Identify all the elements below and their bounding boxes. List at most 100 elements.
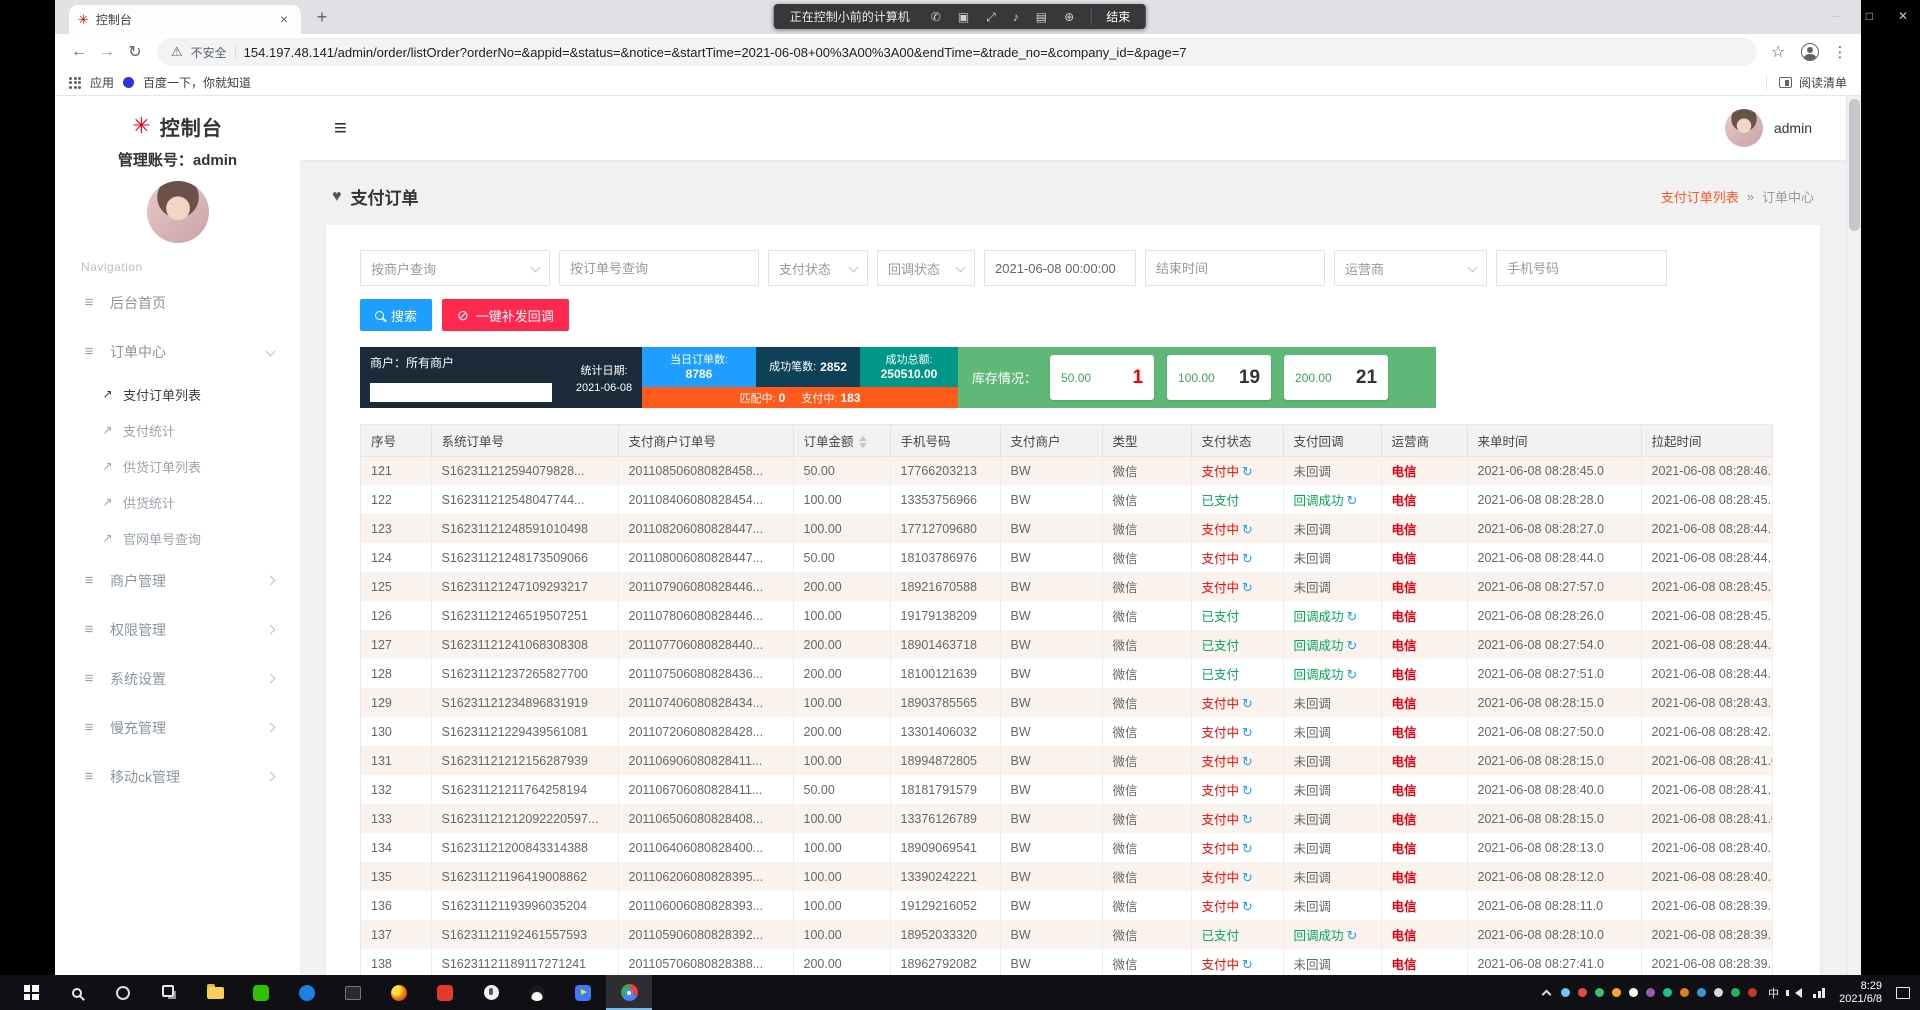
column-header[interactable]: 来单时间: [1467, 425, 1641, 456]
tray-icon[interactable]: [1578, 988, 1587, 997]
sidebar-subitem-支付订单列表[interactable]: ↗ 支付订单列表: [55, 376, 300, 412]
column-header[interactable]: 手机号码: [890, 425, 1000, 456]
table-row[interactable]: 127 S16231121241068308308 20110770608082…: [361, 630, 1772, 659]
column-header[interactable]: 系统订单号: [431, 425, 618, 456]
scale-icon[interactable]: ▣: [958, 11, 969, 23]
refresh-callback-icon[interactable]: ↻: [1347, 493, 1358, 508]
maximize-button[interactable]: □: [1866, 9, 1873, 23]
logo[interactable]: ✳ 控制台: [55, 108, 300, 144]
column-header[interactable]: 运营商: [1381, 425, 1467, 456]
refresh-callback-icon[interactable]: ↻: [1347, 928, 1358, 943]
table-row[interactable]: 132 S16231121211764258194 20110670608082…: [361, 775, 1772, 804]
column-header[interactable]: 订单金额: [793, 425, 890, 456]
column-header[interactable]: 拉起时间: [1641, 425, 1772, 456]
network-icon[interactable]: [1813, 988, 1825, 998]
start-time-input[interactable]: [984, 250, 1136, 286]
tray-icon[interactable]: [1697, 988, 1706, 997]
table-row[interactable]: 125 S16231121247109293217 20110790608082…: [361, 572, 1772, 601]
tray-icon[interactable]: [1731, 988, 1740, 997]
search-button[interactable]: 搜索: [360, 299, 432, 331]
browser-menu-icon[interactable]: ⋮: [1829, 43, 1851, 61]
start-button[interactable]: [8, 975, 54, 1010]
tray-icon[interactable]: [1561, 988, 1570, 997]
address-bar[interactable]: ⚠ 不安全 154.197.48.141/admin/order/listOrd…: [157, 38, 1757, 66]
apps-label[interactable]: 应用: [90, 74, 114, 91]
tray-icon[interactable]: [1714, 988, 1723, 997]
refresh-callback-icon[interactable]: ↻: [1347, 638, 1358, 653]
sidebar-item-慢充管理[interactable]: ≡ 慢充管理: [55, 703, 300, 752]
table-row[interactable]: 129 S16231121234896831919 20110740608082…: [361, 688, 1772, 717]
refresh-status-icon[interactable]: ↻: [1242, 957, 1253, 972]
column-header[interactable]: 支付商户: [1000, 425, 1102, 456]
end-session-button[interactable]: 结束: [1091, 8, 1130, 25]
forward-icon[interactable]: →: [93, 38, 121, 66]
wechat-icon[interactable]: [238, 975, 284, 1010]
pin-icon[interactable]: ⊕: [1064, 11, 1074, 23]
table-row[interactable]: 134 S16231121200843314388 20110640608082…: [361, 833, 1772, 862]
column-header[interactable]: 支付商户订单号: [618, 425, 793, 456]
apps-grid-icon[interactable]: [69, 77, 81, 89]
order-no-input[interactable]: [559, 250, 759, 286]
taskbar-clock[interactable]: 8:29 2021/6/8: [1834, 980, 1887, 1006]
user-avatar[interactable]: [147, 181, 209, 243]
hamburger-menu-icon[interactable]: ≡: [334, 115, 347, 141]
volume-icon[interactable]: [1790, 988, 1802, 998]
refresh-status-icon[interactable]: ↻: [1242, 754, 1253, 769]
refresh-status-icon[interactable]: ↻: [1242, 812, 1253, 827]
voice-assistant-icon[interactable]: [468, 975, 514, 1010]
sidebar-item-商户管理[interactable]: ≡ 商户管理: [55, 556, 300, 605]
tray-icon[interactable]: [1646, 988, 1655, 997]
breadcrumb-current[interactable]: 支付订单列表: [1661, 187, 1739, 206]
column-header[interactable]: 支付回调: [1283, 425, 1381, 456]
end-time-input[interactable]: [1145, 250, 1325, 286]
action-center-icon[interactable]: [1896, 987, 1910, 999]
tray-icon[interactable]: [1680, 988, 1689, 997]
table-row[interactable]: 121 S162311212594079828... 2011085060808…: [361, 456, 1772, 485]
breadcrumb-parent[interactable]: 订单中心: [1762, 187, 1814, 206]
refresh-page-icon[interactable]: ↻: [121, 38, 149, 66]
header-avatar[interactable]: [1725, 109, 1763, 147]
table-row[interactable]: 137 S16231121192461557593 20110590608082…: [361, 920, 1772, 949]
sidebar-item-后台首页[interactable]: ≡ 后台首页: [55, 278, 300, 327]
table-row[interactable]: 126 S16231121246519507251 20110780608082…: [361, 601, 1772, 630]
sidebar-item-权限管理[interactable]: ≡ 权限管理: [55, 605, 300, 654]
sidebar-subitem-供货订单列表[interactable]: ↗ 供货订单列表: [55, 448, 300, 484]
volume-icon[interactable]: ♪: [1013, 11, 1019, 23]
tab-close-icon[interactable]: ×: [276, 12, 292, 28]
callback-status-select[interactable]: 回调状态: [877, 250, 975, 286]
reading-list-button[interactable]: 阅读清单: [1766, 75, 1847, 91]
page-scrollbar[interactable]: [1846, 96, 1861, 975]
close-button[interactable]: ✕: [1898, 9, 1908, 23]
refresh-callback-icon[interactable]: ↻: [1347, 609, 1358, 624]
refresh-status-icon[interactable]: ↻: [1242, 464, 1253, 479]
table-row[interactable]: 130 S16231121229439561081 20110720608082…: [361, 717, 1772, 746]
table-row[interactable]: 123 S16231121248591010498 20110820608082…: [361, 514, 1772, 543]
bookmark-star-icon[interactable]: ☆: [1765, 42, 1791, 62]
display-icon[interactable]: ▤: [1036, 11, 1047, 23]
column-header[interactable]: 支付状态: [1191, 425, 1283, 456]
fullscreen-icon[interactable]: ⤢: [986, 11, 996, 23]
phone-input[interactable]: [1496, 250, 1667, 286]
sidebar-item-移动ck管理[interactable]: ≡ 移动ck管理: [55, 752, 300, 801]
table-row[interactable]: 138 S16231121189117271241 20110570608082…: [361, 949, 1772, 975]
stats-merchant-input[interactable]: [370, 383, 552, 402]
table-row[interactable]: 135 S16231121196419008862 20110620608082…: [361, 862, 1772, 891]
sidebar-subitem-官网单号查询[interactable]: ↗ 官网单号查询: [55, 520, 300, 556]
table-row[interactable]: 122 S162311212548047744... 2011084060808…: [361, 485, 1772, 514]
sidebar-subitem-供货统计[interactable]: ↗ 供货统计: [55, 484, 300, 520]
sidebar-subitem-支付统计[interactable]: ↗ 支付统计: [55, 412, 300, 448]
refresh-status-icon[interactable]: ↻: [1242, 899, 1253, 914]
tray-icon[interactable]: [1663, 988, 1672, 997]
media-player-icon[interactable]: [560, 975, 606, 1010]
table-row[interactable]: 128 S16231121237265827700 20110750608082…: [361, 659, 1772, 688]
back-icon[interactable]: ←: [65, 38, 93, 66]
firefox-icon[interactable]: [376, 975, 422, 1010]
refresh-status-icon[interactable]: ↻: [1242, 522, 1253, 537]
task-view-button[interactable]: [146, 975, 192, 1010]
minimize-button[interactable]: ─: [1832, 9, 1841, 23]
new-tab-button[interactable]: +: [309, 4, 335, 30]
bookmark-baidu[interactable]: 百度一下，你就知道: [143, 74, 251, 91]
column-header[interactable]: 序号: [361, 425, 431, 456]
carrier-select[interactable]: 运营商: [1334, 250, 1487, 286]
chrome-icon[interactable]: [606, 975, 652, 1010]
